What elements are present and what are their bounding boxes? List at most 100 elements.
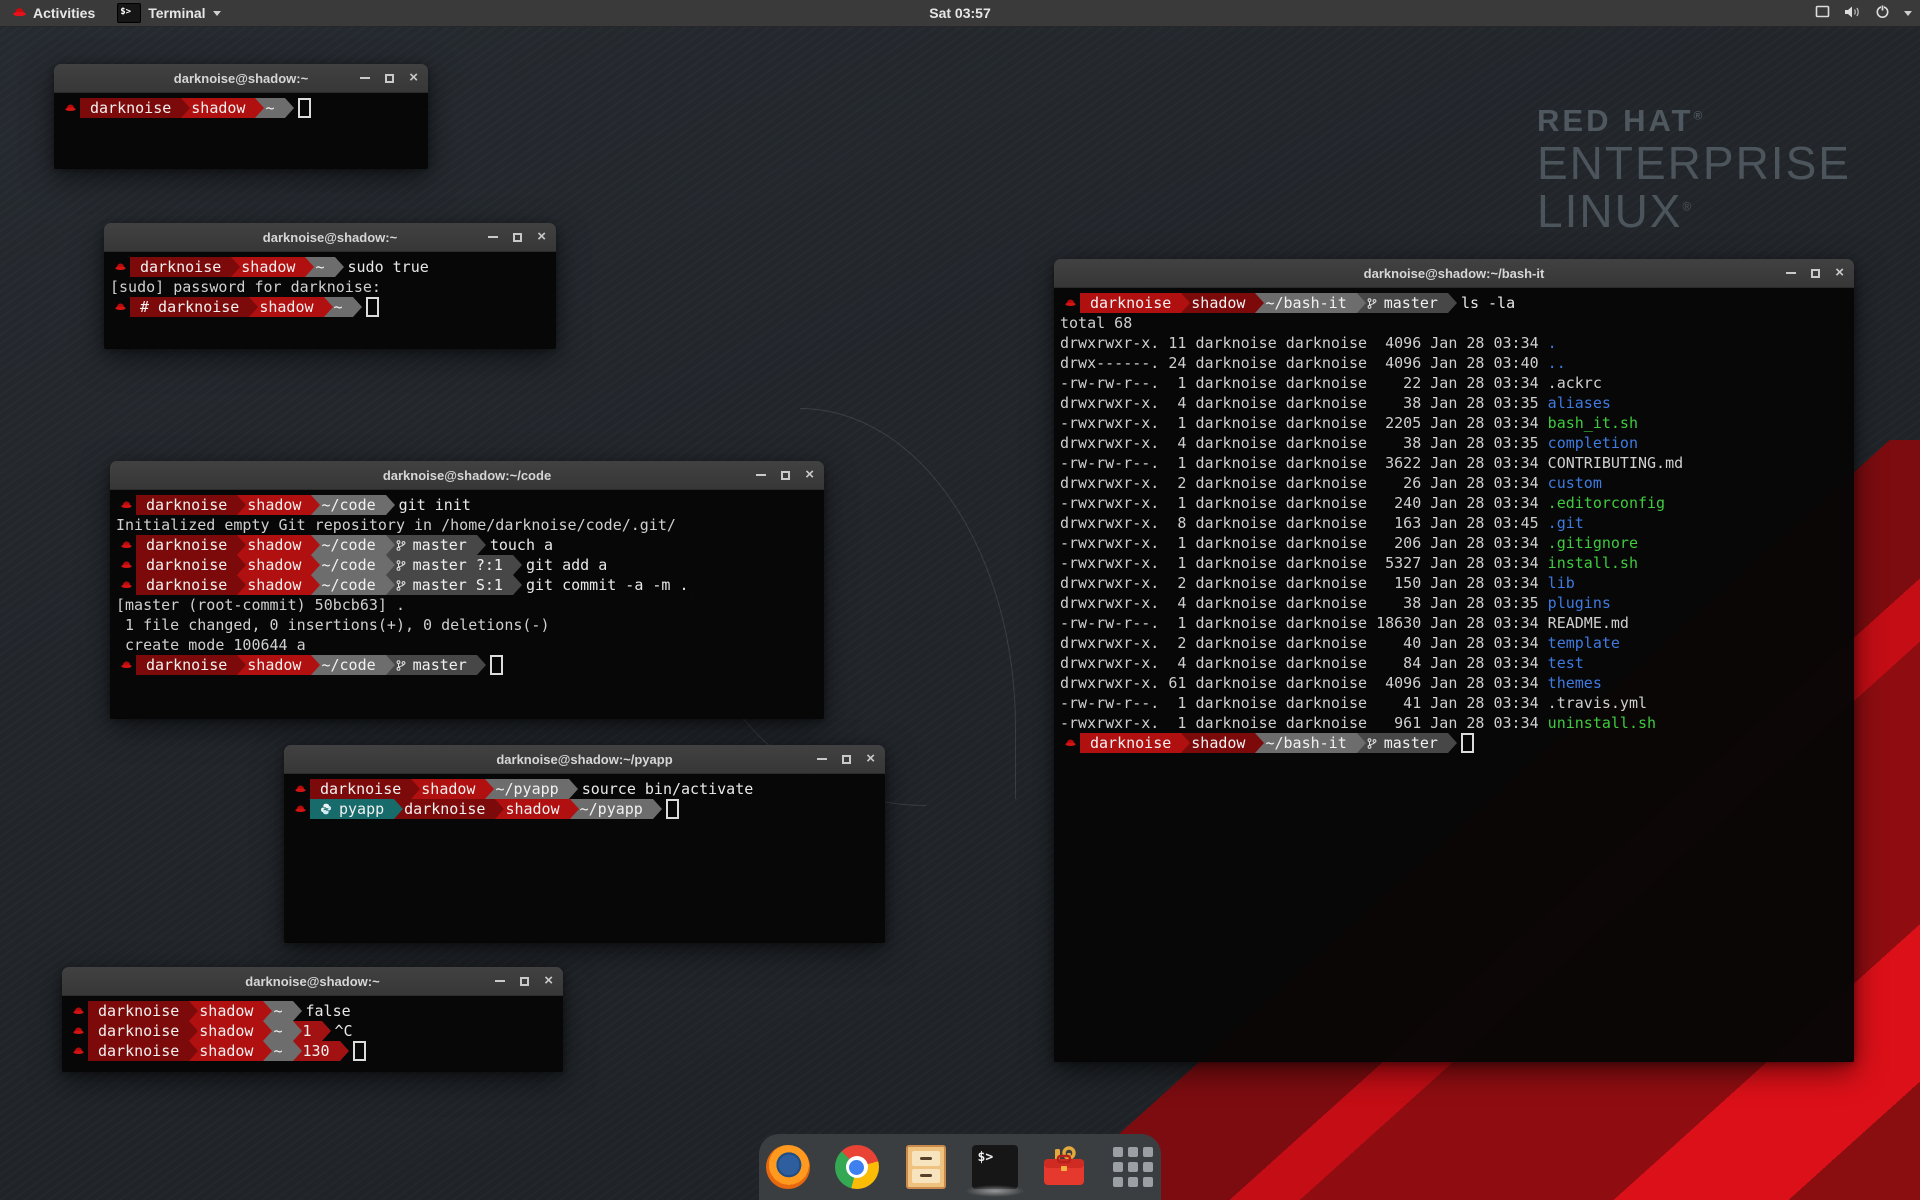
terminal-line: darknoiseshadow~false [68,1001,563,1021]
branch-icon [396,559,406,572]
maximize-button[interactable] [1811,269,1820,278]
terminal-content[interactable]: darknoiseshadow~/pyappsource bin/activat… [284,774,885,943]
redhat-prompt-icon [1060,733,1080,753]
prompt-segment-git-branch: master [1357,293,1448,313]
output-text: -rwxrwxr-x. 1 darknoise darknoise 5327 J… [1060,553,1548,573]
terminal-line: drwxrwxr-x. 4 darknoise darknoise 38 Jan… [1060,393,1854,413]
terminal-content[interactable]: darknoiseshadow~/codegit initInitialized… [110,490,824,719]
window-titlebar[interactable]: darknoise@shadow:~/bash-it× [1054,259,1854,288]
minimize-button[interactable] [756,474,766,476]
close-button[interactable]: × [866,754,875,764]
terminal-cursor [298,98,311,118]
window-titlebar[interactable]: darknoise@shadow:~/pyapp× [284,745,885,774]
prompt-segment-host: shadow [237,575,311,595]
window-titlebar[interactable]: darknoise@shadow:~ × [54,64,428,93]
terminal-line: Initialized empty Git repository in /hom… [116,515,824,535]
chevron-down-icon [213,11,221,16]
volume-icon[interactable] [1844,5,1861,22]
close-button[interactable]: × [805,470,814,480]
top-bar: Activities $> Terminal Sat 03:57 [0,0,1920,27]
minimize-button[interactable] [360,77,370,79]
dock-firefox[interactable] [764,1141,812,1193]
terminal-content[interactable]: darknoiseshadow~ [54,93,428,169]
app-menu-label: Terminal [148,5,205,21]
minimize-button[interactable] [817,758,827,760]
redhat-prompt-icon [110,297,130,317]
directory-name: completion [1548,433,1638,453]
window-title: darknoise@shadow:~/code [383,468,551,483]
terminal-line: drwxrwxr-x. 2 darknoise darknoise 150 Ja… [1060,573,1854,593]
close-button[interactable]: × [537,232,546,242]
terminal-window-bash-it: darknoise@shadow:~/bash-it×darknoiseshad… [1054,259,1854,1061]
prompt-segment-user: darknoise [394,799,495,819]
dock-terminal[interactable]: $> [971,1141,1019,1193]
dock-chrome[interactable] [833,1141,881,1193]
terminal-line: -rwxrwxr-x. 1 darknoise darknoise 5327 J… [1060,553,1854,573]
redhat-prompt-icon [290,799,310,819]
redhat-logo-icon [12,5,27,21]
redhat-prompt-icon [68,1021,88,1041]
branch-icon [1367,297,1377,310]
prompt-segment-user: shadow [1181,293,1255,313]
close-button[interactable]: × [1835,268,1844,278]
maximize-button[interactable] [781,471,790,480]
output-text: -rw-rw-r--. 1 darknoise darknoise 22 Jan… [1060,373,1548,393]
terminal-line: darknoiseshadow~/bash-itmasterls -la [1060,293,1854,313]
terminal-line: -rw-rw-r--. 1 darknoise darknoise 3622 J… [1060,453,1854,473]
power-icon[interactable] [1875,4,1890,22]
terminal-line: drwxrwxr-x. 2 darknoise darknoise 26 Jan… [1060,473,1854,493]
branch-icon [1367,737,1377,750]
branch-icon [396,579,406,592]
app-menu-terminal[interactable]: $> Terminal [107,0,230,26]
terminal-line: darknoiseshadow~ [60,98,428,118]
terminal-line: darknoiseshadow~130 [68,1041,563,1061]
terminal-line: -rwxrwxr-x. 1 darknoise darknoise 206 Ja… [1060,533,1854,553]
maximize-button[interactable] [385,74,394,83]
activities-button[interactable]: Activities [0,0,107,26]
python-icon [320,803,332,815]
prompt-segment-path: ~/bash-it [1255,733,1356,753]
system-status-area[interactable] [1815,0,1912,26]
prompt-segment-user: darknoise [136,495,237,515]
terminal-line: darknoiseshadow~/codemaster S:1git commi… [116,575,824,595]
dock-toolbox[interactable] [1040,1141,1088,1193]
minimize-button[interactable] [495,980,505,982]
prompt-segment-path: ~/pyapp [570,799,653,819]
prompt-segment-git-branch: master [386,535,477,555]
window-title: darknoise@shadow:~ [174,71,308,86]
minimize-button[interactable] [1786,272,1796,274]
window-icon[interactable] [1815,5,1830,21]
minimize-button[interactable] [488,236,498,238]
close-button[interactable]: × [544,976,553,986]
terminal-line: drwxrwxr-x. 4 darknoise darknoise 38 Jan… [1060,433,1854,453]
clock[interactable]: Sat 03:57 [929,5,990,21]
terminal-content[interactable]: darknoiseshadow~falsedarknoiseshadow~1^C… [62,996,563,1072]
terminal-line: darknoiseshadow~/codegit init [116,495,824,515]
prompt-segment-host: shadow [181,98,255,118]
terminal-content[interactable]: darknoiseshadow~/bash-itmasterls -latota… [1054,288,1854,1062]
window-titlebar[interactable]: darknoise@shadow:~/code × [110,461,824,490]
prompt-segment-user: darknoise [136,655,237,675]
close-button[interactable]: × [409,73,418,83]
terminal-line: darknoiseshadow~/codemaster [116,655,824,675]
maximize-button[interactable] [520,977,529,986]
command-text: ls -la [1461,293,1515,313]
terminal-line: -rwxrwxr-x. 1 darknoise darknoise 961 Ja… [1060,713,1854,733]
terminal-content[interactable]: darknoiseshadow~sudo true[sudo] password… [104,252,556,349]
file-name: .travis.yml [1548,693,1647,713]
window-titlebar[interactable]: darknoise@shadow:~× [62,967,563,996]
directory-name: themes [1548,673,1602,693]
dock-app-grid[interactable] [1109,1141,1157,1193]
window-titlebar[interactable]: darknoise@shadow:~× [104,223,556,252]
output-text: drwx------. 24 darknoise darknoise 4096 … [1060,353,1548,373]
terminal-line: drwxrwxr-x. 4 darknoise darknoise 84 Jan… [1060,653,1854,673]
maximize-button[interactable] [842,755,851,764]
prompt-segment-user: darknoise [80,98,181,118]
terminal-window-exit-codes: darknoise@shadow:~×darknoiseshadow~false… [62,967,563,1071]
redhat-prompt-icon [116,535,136,555]
maximize-button[interactable] [513,233,522,242]
prompt-segment-user: shadow [1181,733,1255,753]
redhat-prompt-icon [116,655,136,675]
prompt-segment-path: ~/code [311,575,385,595]
dock-files[interactable] [902,1141,950,1193]
